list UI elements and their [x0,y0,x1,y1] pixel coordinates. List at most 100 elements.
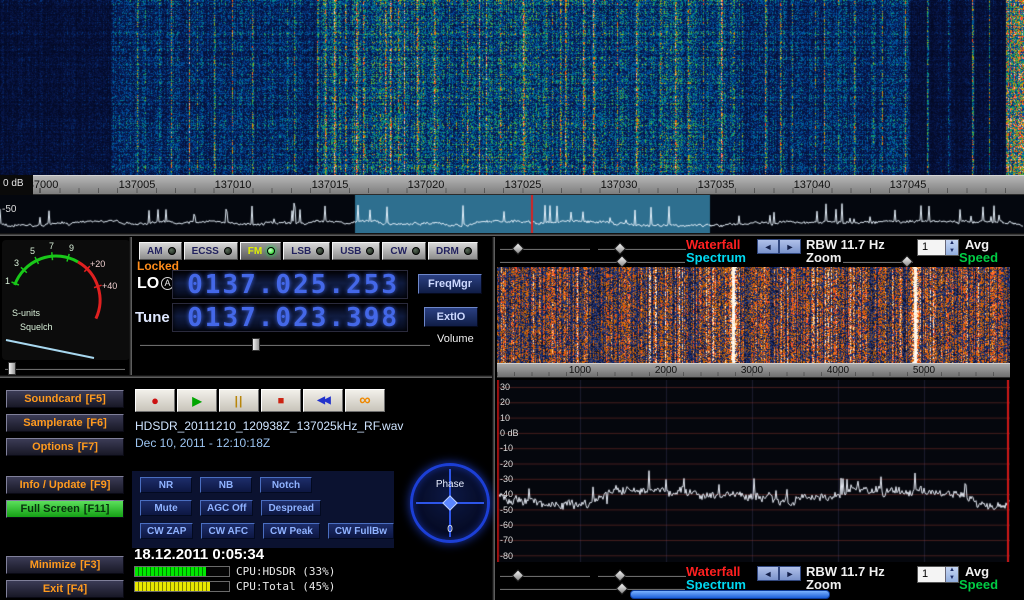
mute-button[interactable]: Mute [140,500,192,516]
rf-spectrum-display[interactable] [497,380,1010,562]
rf-db-label: 10 [500,413,510,423]
mode-lsb-led-icon [316,247,324,255]
s-meter-scale-p20: +20 [90,259,105,269]
main-waterfall-display[interactable] [0,0,1024,175]
phase-scope[interactable]: Phase 0 [410,463,490,543]
mode-ecss-label: ECSS [192,246,219,257]
frequency-ruler[interactable]: 137000 137005 137010 137015 137020 13702… [0,175,1024,195]
mode-fm-button[interactable]: FM [240,242,281,260]
top-band-right-button[interactable]: ► [779,239,801,254]
bottom-band-right-button[interactable]: ► [779,566,801,581]
freq-ruler-label: 137025 [505,179,542,191]
nb-button[interactable]: NB [200,477,252,493]
top-band-arrows: ◄ ► [757,239,801,254]
mode-drm-button[interactable]: DRM [428,242,478,260]
soundcard-button-key: [F5] [86,393,106,405]
bottom-avg-select[interactable]: 1 ▲ ▼ [917,566,959,583]
stop-icon: ■ [278,395,285,407]
rf-ruler-label: 1000 [569,365,591,376]
mode-cw-button[interactable]: CW [382,242,426,260]
s-meter: 1 3 5 7 9 +20 +40 S-units Squelch [2,240,130,360]
lo-frequency-display[interactable]: 0137.025.253 [172,270,408,299]
mode-fm-led-icon [267,247,275,255]
top-wf-contrast-thumb[interactable] [614,242,627,255]
spin-down-icon[interactable]: ▼ [946,248,958,256]
cw-fullbw-button[interactable]: CW FullBw [328,523,394,539]
freq-ruler-label: 137020 [408,179,445,191]
options-button-label: Options [32,441,74,453]
bottom-avg-value: 1 [918,567,945,582]
options-button[interactable]: Options [F7] [6,438,124,456]
top-avg-select[interactable]: 1 ▲ ▼ [917,239,959,256]
separator [0,375,492,378]
freqmgr-button[interactable]: FreqMgr [418,274,482,294]
rf-db-axis: 30 20 10 0 dB -10 -20 -30 -40 -50 -60 -7… [500,380,540,562]
fullscreen-button[interactable]: Full Screen [F11] [6,500,124,518]
bottom-wf-brightness-thumb[interactable] [512,569,525,582]
top-zoom-thumb[interactable] [901,255,914,268]
cw-peak-button[interactable]: CW Peak [263,523,320,539]
soundcard-button[interactable]: Soundcard [F5] [6,390,124,408]
samplerate-button[interactable]: Samplerate [F6] [6,414,124,432]
recording-filename: HDSDR_20111210_120938Z_137025kHz_RF.wav [135,419,403,433]
mode-usb-button[interactable]: USB [332,242,380,260]
stop-button[interactable]: ■ [261,389,301,412]
cw-afc-button[interactable]: CW AFC [201,523,255,539]
info-update-button[interactable]: Info / Update [F9] [6,476,124,494]
agc-off-button[interactable]: AGC Off [200,500,253,516]
mode-ecss-button[interactable]: ECSS [184,242,238,260]
notch-button[interactable]: Notch [260,477,312,493]
rf-frequency-ruler[interactable]: 1000 2000 3000 4000 5000 [497,363,1010,378]
s-meter-scale-7: 7 [49,241,54,251]
fullscreen-button-label: Full Screen [21,503,80,515]
squelch-slider-thumb[interactable] [8,362,16,375]
volume-slider-thumb[interactable] [252,338,260,351]
fullscreen-button-key: [F11] [84,503,110,515]
bottom-zoom-range-bar[interactable] [630,590,830,599]
rf-ruler-label: 4000 [827,365,849,376]
squelch-slider[interactable] [5,362,125,375]
pause-button[interactable]: || [219,389,259,412]
despread-button[interactable]: Despread [261,500,321,516]
nr-button[interactable]: NR [140,477,192,493]
exit-button[interactable]: Exit [F4] [6,580,124,598]
freq-ruler-label: 137040 [794,179,831,191]
bottom-wf-contrast-slider[interactable] [598,569,686,582]
mode-am-button[interactable]: AM [139,242,182,260]
freq-ruler-label: 137030 [601,179,638,191]
top-wf-brightness-thumb[interactable] [512,242,525,255]
top-spectrum-label[interactable]: Spectrum [686,250,746,265]
separator [492,237,495,600]
hdsdr-window: 137000 137005 137010 137015 137020 13702… [0,0,1024,600]
mode-button-row: AM ECSS FM LSB USB CW DRM [139,242,478,260]
cpu-total-bar [134,581,230,592]
top-wf-brightness-slider[interactable] [500,242,590,255]
loop-button[interactable]: ∞ [345,389,385,412]
mode-am-led-icon [168,247,176,255]
extio-button[interactable]: ExtIO [424,307,478,327]
volume-slider[interactable] [140,338,430,351]
top-wf-contrast-slider[interactable] [598,242,686,255]
rf-db-label: -20 [500,459,513,469]
bottom-spectrum-gain-thumb[interactable] [616,582,629,595]
spin-down-icon[interactable]: ▼ [946,575,958,583]
record-button[interactable]: ● [135,389,175,412]
mode-lsb-button[interactable]: LSB [283,242,330,260]
top-spectrum-gain-thumb[interactable] [616,255,629,268]
bottom-wf-contrast-thumb[interactable] [614,569,627,582]
minimize-button[interactable]: Minimize [F3] [6,556,124,574]
cpu-hdsdr-bar [134,566,230,577]
rewind-button[interactable]: ◀◀ [303,389,343,412]
spin-up-icon[interactable]: ▲ [946,240,958,248]
play-button[interactable]: ▶ [177,389,217,412]
bottom-band-left-button[interactable]: ◄ [757,566,779,581]
pause-icon: || [235,394,244,408]
bottom-wf-brightness-slider[interactable] [500,569,590,582]
tune-frequency-display[interactable]: 0137.023.398 [172,303,408,332]
rf-waterfall-display[interactable] [497,267,1010,363]
overview-spectrum-display[interactable] [0,195,1024,233]
cw-zap-button[interactable]: CW ZAP [140,523,193,539]
spin-up-icon[interactable]: ▲ [946,567,958,575]
top-band-left-button[interactable]: ◄ [757,239,779,254]
options-button-key: [F7] [78,441,98,453]
